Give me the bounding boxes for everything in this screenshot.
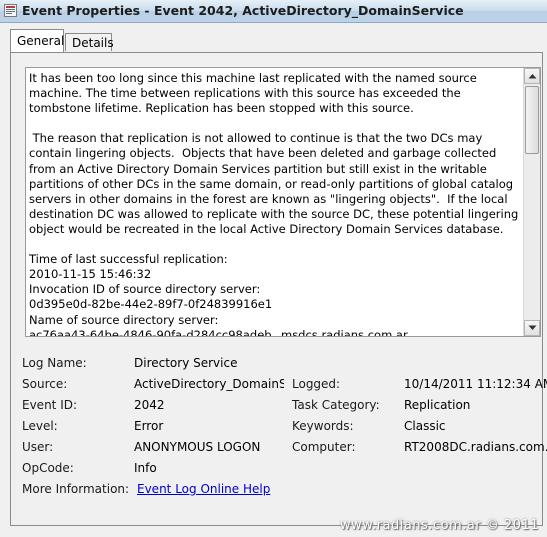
opcode-value: Info (134, 461, 157, 475)
watermark: www.radians.com.ar © 2011 (339, 518, 539, 533)
event-log-online-help-link[interactable]: Event Log Online Help (137, 482, 270, 496)
title-bar[interactable]: Event Properties - Event 2042, ActiveDir… (0, 0, 547, 23)
event-id-label: Event ID: (22, 398, 78, 412)
logged-value: 10/14/2011 11:12:34 AM (404, 377, 547, 391)
event-id-value: 2042 (134, 398, 165, 412)
opcode-label: OpCode: (22, 461, 74, 475)
arrow-up-icon (528, 74, 537, 79)
arrow-down-icon (528, 325, 537, 330)
general-panel: It has been too long since this machine … (10, 52, 547, 526)
scroll-thumb[interactable] (525, 86, 539, 154)
description-scrollbar[interactable] (523, 68, 540, 336)
computer-value: RT2008DC.radians.com.ar (404, 440, 547, 454)
scroll-up-button[interactable] (524, 68, 540, 84)
scroll-down-button[interactable] (524, 320, 540, 336)
log-name-label: Log Name: (22, 356, 87, 370)
level-label: Level: (22, 419, 58, 433)
user-label: User: (22, 440, 54, 454)
user-value: ANONYMOUS LOGON (134, 440, 261, 454)
description-box[interactable]: It has been too long since this machine … (25, 67, 541, 337)
logged-label: Logged: (292, 377, 341, 391)
task-category-value: Replication (404, 398, 471, 412)
tab-general[interactable]: General (10, 29, 64, 52)
source-value: ActiveDirectory_DomainServ (134, 377, 284, 391)
task-category-label: Task Category: (292, 398, 380, 412)
more-information-label: More Information: (22, 482, 130, 496)
event-viewer-icon (4, 4, 17, 17)
description-text: It has been too long since this machine … (29, 71, 519, 337)
tab-details[interactable]: Details (65, 33, 114, 51)
computer-label: Computer: (292, 440, 356, 454)
keywords-value: Classic (404, 419, 446, 433)
log-name-value: Directory Service (134, 356, 238, 370)
source-label: Source: (22, 377, 68, 391)
level-value: Error (134, 419, 164, 433)
window-title: Event Properties - Event 2042, ActiveDir… (22, 3, 464, 18)
keywords-label: Keywords: (292, 419, 354, 433)
